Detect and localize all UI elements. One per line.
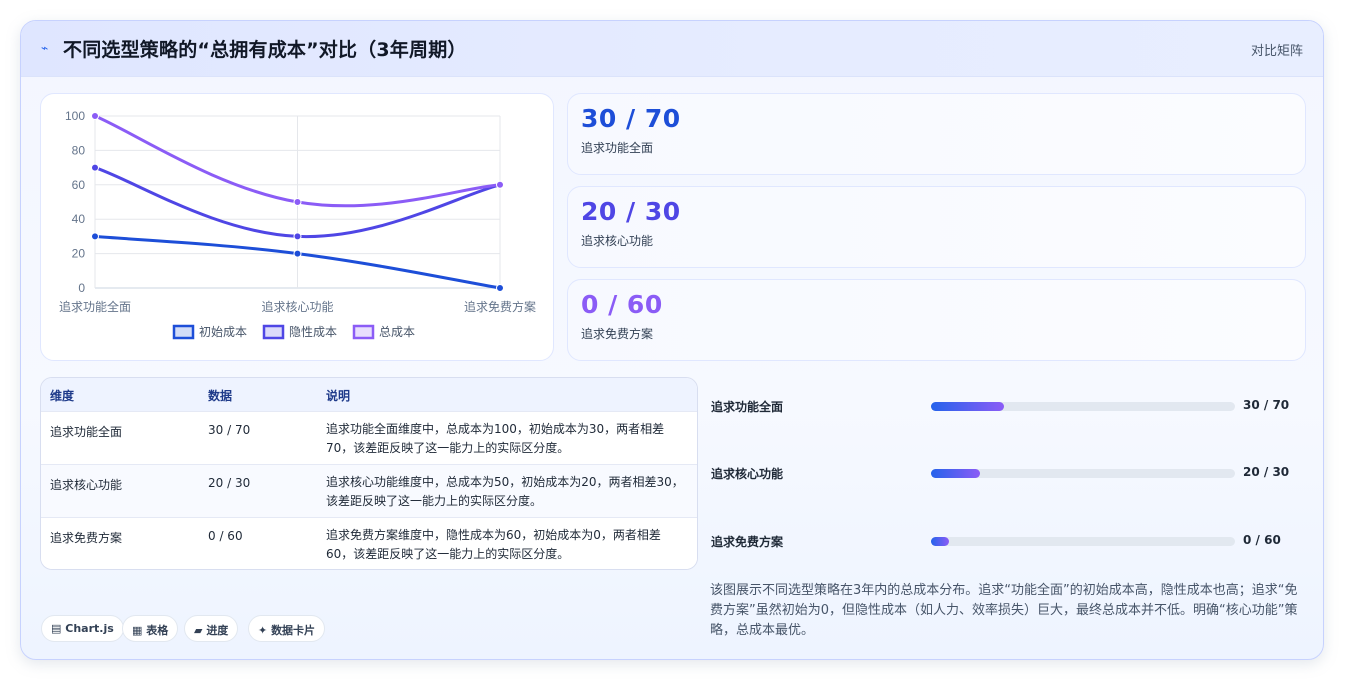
chip-label: 表格 <box>146 624 169 637</box>
progress-label: 追求功能全面 <box>711 400 784 414</box>
legend-label: 隐性成本 <box>289 325 337 339</box>
data-point <box>293 249 302 258</box>
table-header-note: 说明 <box>326 389 351 403</box>
data-table: 维度 数据 说明 追求功能全面 30 / 70 追求功能全面维度中，总成本为10… <box>40 377 698 570</box>
progress-value: 30 / 70 <box>1243 398 1290 412</box>
progress-row-full-feature: 追求功能全面 30 / 70 <box>711 396 1306 416</box>
data-point <box>496 284 504 292</box>
chart-line-icon: ⌁ <box>41 41 49 55</box>
x-tick-label: 追求功能全面 <box>59 299 131 314</box>
table-icon: ▦ <box>132 624 143 637</box>
stat-label: 追求核心功能 <box>581 234 654 248</box>
progress-fill <box>931 537 950 546</box>
comparison-card: ⌁ 不同选型策略的“总拥有成本”对比（3年周期） 对比矩阵 0 20 40 60 80 1… <box>20 20 1324 660</box>
data-point <box>91 112 99 120</box>
progress-value: 0 / 60 <box>1243 533 1281 547</box>
legend-label: 总成本 <box>379 325 415 339</box>
data-point <box>293 198 302 206</box>
chip-data-cards[interactable]: ✦ 数据卡片 <box>248 615 326 642</box>
table-header-dimension: 维度 <box>50 389 75 403</box>
progress-label: 追求免费方案 <box>711 535 784 549</box>
chip-label: Chart.js <box>65 622 114 635</box>
y-tick-label: 0 <box>78 281 85 295</box>
progress-row-core-feature: 追求核心功能 20 / 30 <box>711 463 1306 483</box>
table-cell-dimension: 追求功能全面 <box>50 425 123 439</box>
data-point <box>91 163 99 172</box>
table-cell-data: 20 / 30 <box>208 476 251 490</box>
table-row: 追求功能全面 30 / 70 追求功能全面维度中，总成本为100，初始成本为30… <box>41 411 697 464</box>
stat-card-free-plan: 0 / 60 追求免费方案 <box>567 279 1306 361</box>
stat-value: 0 / 60 <box>581 290 663 319</box>
chart-description: 该图展示不同选型策略在3年内的总成本分布。追求“功能全面”的初始成本高，隐性成本… <box>710 583 1298 638</box>
table-cell-note: 追求核心功能维度中，总成本为50，初始成本为20，两者相差30，该差距反映了这一… <box>326 475 684 508</box>
data-point <box>293 232 302 241</box>
stat-card-full-feature: 30 / 70 追求功能全面 <box>567 93 1306 175</box>
chip-label: 进度 <box>206 624 229 637</box>
sparkle-icon: ✦ <box>258 624 268 637</box>
stat-label: 追求免费方案 <box>581 327 654 341</box>
stat-card-core-feature: 20 / 30 追求核心功能 <box>567 186 1306 268</box>
table-cell-data: 0 / 60 <box>208 529 243 543</box>
progress-track <box>931 469 1235 478</box>
line-chart: 0 20 40 60 80 100 追求功能全面 追求核心功能 追求免费方案初始成本 隐性成本 总成… <box>59 109 536 340</box>
page-title: 不同选型策略的“总拥有成本”对比（3年周期） <box>63 39 467 61</box>
table-cell-dimension: 追求免费方案 <box>50 531 123 545</box>
progress-icon: ▰ <box>194 624 203 637</box>
stat-value: 30 / 70 <box>581 104 681 133</box>
legend-label: 初始成本 <box>199 325 247 339</box>
table-cell-dimension: 追求核心功能 <box>50 478 123 492</box>
progress-label: 追求核心功能 <box>711 467 784 481</box>
data-point <box>496 180 504 189</box>
table-cell-data: 30 / 70 <box>208 423 251 437</box>
table-header-data: 数据 <box>208 389 233 403</box>
progress-track <box>931 537 1235 546</box>
chip-progress[interactable]: ▰ 进度 <box>184 615 239 642</box>
chip-chartjs[interactable]: ▤ Chart.js <box>41 615 124 642</box>
progress-track <box>931 402 1235 411</box>
y-tick-label: 20 <box>72 247 86 261</box>
progress-fill <box>931 469 980 478</box>
y-tick-label: 60 <box>72 178 86 192</box>
legend-swatch <box>352 324 375 340</box>
legend-swatch <box>172 324 195 340</box>
progress-fill <box>931 402 1004 411</box>
header-tag: 对比矩阵 <box>1250 44 1303 59</box>
table-cell-note: 追求免费方案维度中，隐性成本为60，初始成本为0，两者相差60，该差距反映了这一… <box>326 528 661 561</box>
progress-value: 20 / 30 <box>1243 465 1290 479</box>
chart-icon: ▤ <box>51 622 62 635</box>
y-tick-label: 40 <box>72 212 86 226</box>
x-tick-label: 追求核心功能 <box>261 299 333 314</box>
table-row: 追求免费方案 0 / 60 追求免费方案维度中，隐性成本为60，初始成本为0，两… <box>41 517 697 569</box>
chip-label: 数据卡片 <box>271 624 316 637</box>
line-chart-panel: 0 20 40 60 80 100 追求功能全面 追求核心功能 追求免费方案初始成本 隐性成本 总成… <box>40 93 554 361</box>
x-tick-label: 追求免费方案 <box>464 299 536 314</box>
data-point <box>91 232 99 241</box>
y-tick-label: 80 <box>72 143 86 157</box>
chip-table[interactable]: ▦ 表格 <box>122 615 179 642</box>
y-tick-label: 100 <box>65 109 85 123</box>
table-header-row: 维度 数据 说明 <box>41 378 697 411</box>
stat-label: 追求功能全面 <box>581 141 654 155</box>
card-header: ⌁ 不同选型策略的“总拥有成本”对比（3年周期） 对比矩阵 <box>21 21 1323 77</box>
table-cell-note: 追求功能全面维度中，总成本为100，初始成本为30，两者相差70，该差距反映了这… <box>326 422 665 455</box>
stat-value: 20 / 30 <box>581 197 681 226</box>
progress-row-free-plan: 追求免费方案 0 / 60 <box>711 531 1306 551</box>
legend-swatch <box>262 324 285 340</box>
table-row: 追求核心功能 20 / 30 追求核心功能维度中，总成本为50，初始成本为20，… <box>41 464 697 517</box>
